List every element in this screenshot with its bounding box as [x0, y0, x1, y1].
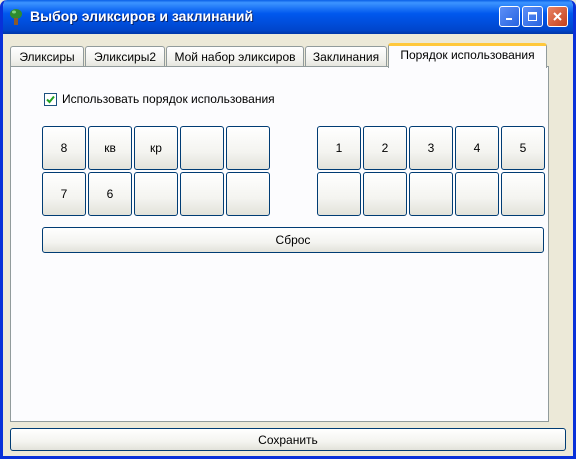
- app-icon: [10, 9, 22, 25]
- right-slot-grid: 1 2 3 4 5: [317, 126, 545, 216]
- window-title: Выбор эликсиров и заклинаний: [30, 8, 254, 24]
- tab-strip: Эликсиры Эликсиры2 Мой набор эликсиров З…: [10, 43, 570, 68]
- minimize-icon: [506, 18, 512, 20]
- close-button[interactable]: [547, 6, 568, 27]
- right-slot-2[interactable]: 2: [363, 126, 407, 170]
- use-order-checkbox[interactable]: [44, 92, 57, 106]
- tab-spells[interactable]: Заклинания: [305, 46, 387, 67]
- right-slot-6[interactable]: [317, 172, 361, 216]
- reset-button[interactable]: Сброс: [42, 227, 544, 253]
- app-window: Выбор эликсиров и заклинаний Эликсиры Эл…: [0, 0, 576, 459]
- tab-usage-order[interactable]: Порядок использования: [388, 43, 547, 68]
- left-slot-6[interactable]: 7: [42, 172, 86, 216]
- tab-panel-usage-order: Использовать порядок использования 8 кв …: [10, 66, 549, 422]
- left-slot-grid: 8 кв кр 7 6: [42, 126, 270, 216]
- use-order-checkbox-label: Использовать порядок использования: [62, 92, 275, 106]
- left-slot-10[interactable]: [226, 172, 270, 216]
- checkmark-icon: [46, 95, 55, 103]
- left-slot-1[interactable]: 8: [42, 126, 86, 170]
- left-slot-9[interactable]: [180, 172, 224, 216]
- left-slot-8[interactable]: [134, 172, 178, 216]
- title-bar[interactable]: Выбор эликсиров и заклинаний: [3, 0, 573, 34]
- left-slot-3[interactable]: кр: [134, 126, 178, 170]
- right-slot-3[interactable]: 3: [409, 126, 453, 170]
- left-slot-5[interactable]: [226, 126, 270, 170]
- right-slot-9[interactable]: [455, 172, 499, 216]
- right-slot-7[interactable]: [363, 172, 407, 216]
- right-slot-5[interactable]: 5: [501, 126, 545, 170]
- tab-my-elixir-set[interactable]: Мой набор эликсиров: [166, 46, 304, 67]
- tab-elixirs[interactable]: Эликсиры: [10, 46, 84, 67]
- right-slot-4[interactable]: 4: [455, 126, 499, 170]
- save-button[interactable]: Сохранить: [10, 428, 566, 451]
- left-slot-7[interactable]: 6: [88, 172, 132, 216]
- right-slot-8[interactable]: [409, 172, 453, 216]
- left-slot-2[interactable]: кв: [88, 126, 132, 170]
- maximize-button[interactable]: [522, 6, 543, 27]
- left-slot-4[interactable]: [180, 126, 224, 170]
- right-slot-1[interactable]: 1: [317, 126, 361, 170]
- use-order-checkbox-row[interactable]: Использовать порядок использования: [44, 92, 275, 106]
- minimize-button[interactable]: [499, 6, 520, 27]
- tab-elixirs2[interactable]: Эликсиры2: [85, 46, 165, 67]
- maximize-icon: [528, 12, 537, 21]
- right-slot-10[interactable]: [501, 172, 545, 216]
- close-icon: [553, 12, 562, 21]
